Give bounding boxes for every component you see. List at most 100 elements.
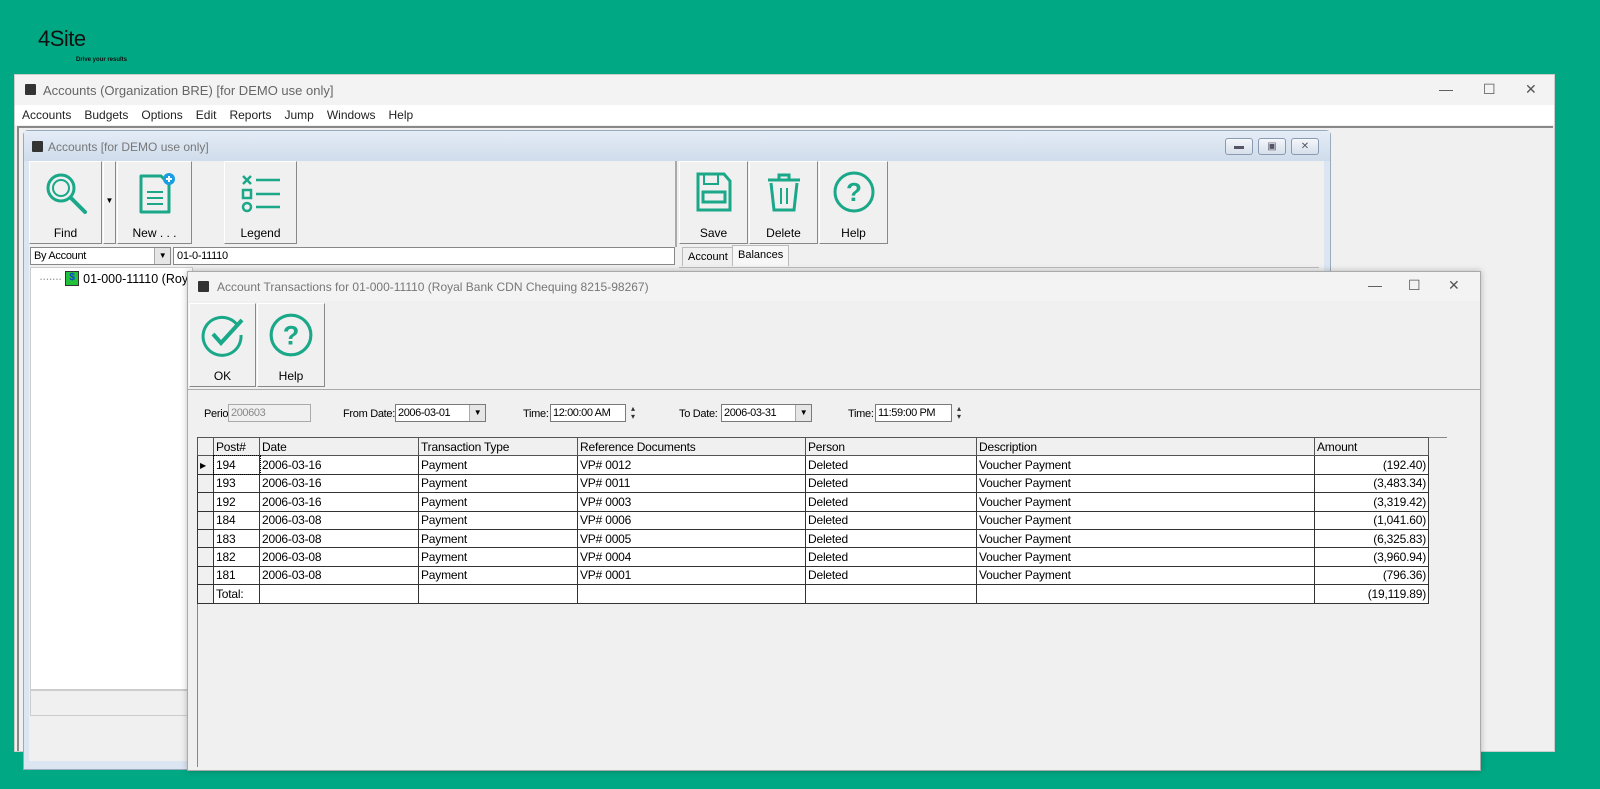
cell-post[interactable]: 181 <box>213 565 260 586</box>
column-header-description[interactable]: Description <box>976 436 1315 457</box>
cell-transaction-type[interactable]: Payment <box>418 528 578 549</box>
table-row[interactable]: ▶ 194 2006-03-16 Payment VP# 0012 Deleted Vouc… <box>197 454 1429 476</box>
cell-reference-document[interactable]: VP# 0004 <box>577 547 806 567</box>
menu-edit[interactable]: Edit <box>195 105 224 125</box>
column-header-reference-documents[interactable]: Reference Documents <box>577 436 806 457</box>
cell-amount[interactable]: (796.36) <box>1314 565 1429 586</box>
cell-date[interactable]: 2006-03-16 <box>259 492 419 512</box>
table-row[interactable]: 181 2006-03-08 Payment VP# 0001 Deleted Vouch… <box>197 565 1429 586</box>
menu-windows[interactable]: Windows <box>326 105 383 125</box>
to-time-spinner[interactable]: ▴ ▾ <box>952 405 966 423</box>
cell-date[interactable]: 2006-03-08 <box>259 565 419 586</box>
table-row[interactable]: 192 2006-03-16 Payment VP# 0003 Deleted Vouch… <box>197 492 1429 512</box>
cell-amount[interactable]: (6,325.83) <box>1314 528 1429 549</box>
cell-post[interactable]: 184 <box>213 510 260 530</box>
cell-date[interactable]: 2006-03-08 <box>259 547 419 567</box>
cell-person[interactable]: Deleted <box>805 565 977 586</box>
column-header-date[interactable]: Date <box>259 436 419 457</box>
search-by-select[interactable]: By Account ▼ <box>30 247 171 265</box>
delete-button[interactable]: Delete <box>749 161 818 244</box>
cell-post[interactable]: 194 <box>212 454 261 476</box>
menu-help[interactable]: Help <box>388 105 421 125</box>
cell-reference-document[interactable]: VP# 0001 <box>577 565 806 586</box>
cell-description[interactable]: Voucher Payment <box>976 455 1315 475</box>
restore-button[interactable]: ▣ <box>1258 138 1286 155</box>
cell-amount[interactable]: (1,041.60) <box>1314 510 1429 530</box>
cell-transaction-type[interactable]: Payment <box>418 455 578 475</box>
cell-description[interactable]: Voucher Payment <box>976 492 1315 512</box>
column-header-post[interactable]: Post# <box>213 436 260 457</box>
cell-person[interactable]: Deleted <box>805 473 977 494</box>
table-row[interactable]: 182 2006-03-08 Payment VP# 0004 Deleted Vouch… <box>197 547 1429 567</box>
close-button[interactable]: ✕ <box>1525 81 1537 98</box>
cell-description[interactable]: Voucher Payment <box>976 547 1315 567</box>
cell-transaction-type[interactable]: Payment <box>418 547 578 567</box>
cell-description[interactable]: Voucher Payment <box>976 565 1315 586</box>
legend-button[interactable]: Legend <box>224 161 297 244</box>
save-button[interactable]: Save <box>679 161 748 244</box>
minimize-button[interactable]: — <box>1368 277 1382 293</box>
cell-amount[interactable]: (3,960.94) <box>1314 547 1429 567</box>
cell-date[interactable]: 2006-03-08 <box>259 528 419 549</box>
from-date-picker[interactable]: 2006-03-01 ▼ <box>395 404 486 422</box>
cell-reference-document[interactable]: VP# 0005 <box>577 528 806 549</box>
cell-reference-document[interactable]: VP# 0003 <box>577 492 806 512</box>
menu-jump[interactable]: Jump <box>283 105 320 125</box>
cell-person[interactable]: Deleted <box>805 510 977 530</box>
cell-date[interactable]: 2006-03-08 <box>259 510 419 530</box>
tab-account[interactable]: Account <box>682 247 734 266</box>
close-button[interactable]: ✕ <box>1448 277 1460 294</box>
cell-description[interactable]: Voucher Payment <box>976 528 1315 549</box>
table-row[interactable]: 193 2006-03-16 Payment VP# 0011 Deleted Vouch… <box>197 473 1429 494</box>
cell-amount[interactable]: (192.40) <box>1314 455 1429 475</box>
from-time-field[interactable]: 12:00:00 AM <box>550 404 626 422</box>
menu-accounts[interactable]: Accounts <box>21 105 78 125</box>
column-header-transaction-type[interactable]: Transaction Type <box>418 436 578 457</box>
cell-person[interactable]: Deleted <box>805 455 977 475</box>
help-button[interactable]: ? Help <box>257 303 325 387</box>
ok-button[interactable]: OK <box>189 303 256 387</box>
find-dropdown-button[interactable]: ▼ <box>103 161 116 244</box>
cell-description[interactable]: Voucher Payment <box>976 510 1315 530</box>
cell-amount[interactable]: (3,319.42) <box>1314 492 1429 512</box>
cell-post[interactable]: 193 <box>213 473 260 494</box>
minimize-button[interactable]: ▬ <box>1225 138 1253 155</box>
cell-post[interactable]: 183 <box>213 528 260 549</box>
cell-transaction-type[interactable]: Payment <box>418 473 578 494</box>
close-button[interactable]: ✕ <box>1291 138 1319 155</box>
cell-person[interactable]: Deleted <box>805 547 977 567</box>
find-button[interactable]: Find <box>29 161 102 244</box>
column-header-person[interactable]: Person <box>805 436 977 457</box>
calendar-dropdown-icon[interactable]: ▼ <box>795 405 811 421</box>
to-date-picker[interactable]: 2006-03-31 ▼ <box>721 404 812 422</box>
cell-amount[interactable]: (3,483.34) <box>1314 473 1429 494</box>
menu-budgets[interactable]: Budgets <box>83 105 135 125</box>
cell-transaction-type[interactable]: Payment <box>418 565 578 586</box>
cell-transaction-type[interactable]: Payment <box>418 492 578 512</box>
column-header-amount[interactable]: Amount <box>1314 436 1429 457</box>
search-input[interactable]: 01-0-11110 <box>173 247 675 265</box>
maximize-button[interactable]: ☐ <box>1408 277 1421 294</box>
table-row[interactable]: 184 2006-03-08 Payment VP# 0006 Deleted Vouch… <box>197 510 1429 530</box>
from-time-spinner[interactable]: ▴ ▾ <box>626 405 640 423</box>
menu-reports[interactable]: Reports <box>228 105 278 125</box>
maximize-button[interactable]: ☐ <box>1483 81 1496 98</box>
cell-person[interactable]: Deleted <box>805 528 977 549</box>
cell-date[interactable]: 2006-03-16 <box>259 473 419 494</box>
calendar-dropdown-icon[interactable]: ▼ <box>469 405 485 421</box>
cell-transaction-type[interactable]: Payment <box>418 510 578 530</box>
tab-balances[interactable]: Balances <box>732 245 790 266</box>
cell-date[interactable]: 2006-03-16 <box>259 455 419 475</box>
to-time-field[interactable]: 11:59:00 PM <box>875 404 952 422</box>
cell-person[interactable]: Deleted <box>805 492 977 512</box>
cell-description[interactable]: Voucher Payment <box>976 473 1315 494</box>
cell-reference-document[interactable]: VP# 0006 <box>577 510 806 530</box>
cell-post[interactable]: 192 <box>213 492 260 512</box>
cell-post[interactable]: 182 <box>213 547 260 567</box>
menu-options[interactable]: Options <box>140 105 189 125</box>
cell-reference-document[interactable]: VP# 0012 <box>577 455 806 475</box>
table-row[interactable]: 183 2006-03-08 Payment VP# 0005 Deleted Vouch… <box>197 528 1429 549</box>
pane-splitter[interactable] <box>675 161 677 247</box>
help-button[interactable]: ? Help <box>819 161 888 244</box>
cell-reference-document[interactable]: VP# 0011 <box>577 473 806 494</box>
